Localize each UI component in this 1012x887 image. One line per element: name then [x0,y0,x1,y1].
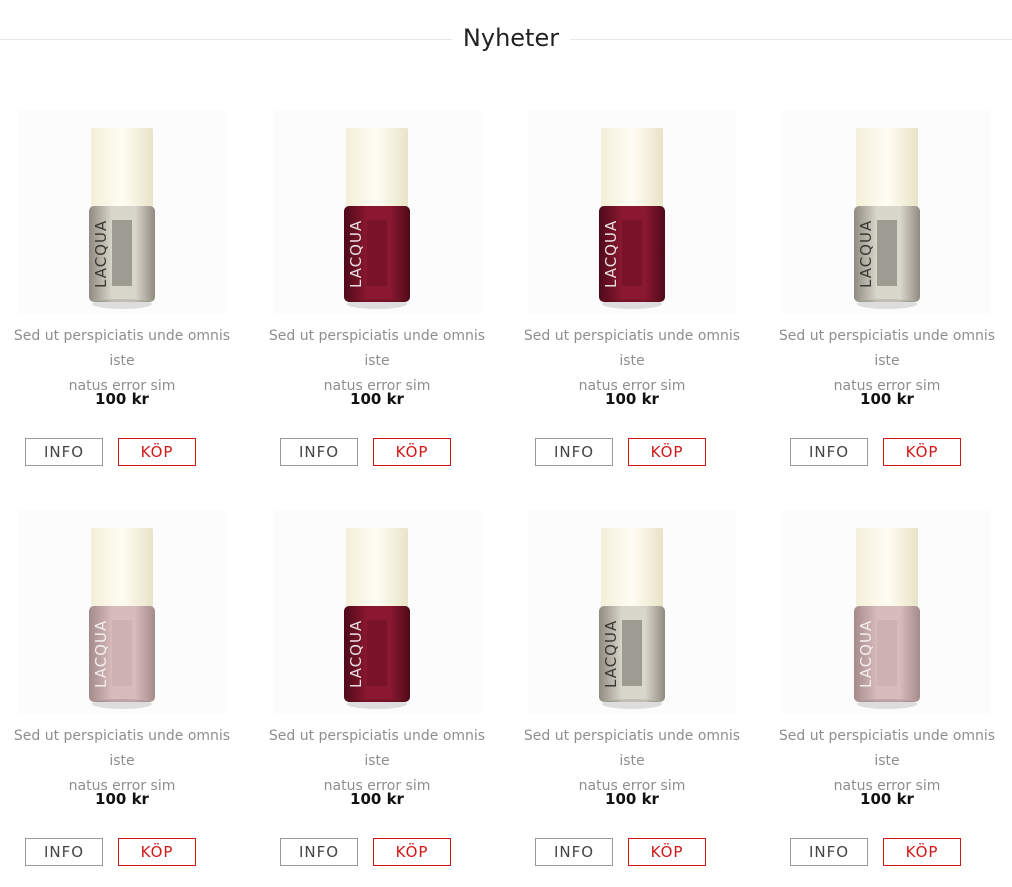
section-header: Nyheter [0,0,1012,78]
buy-button[interactable]: KÖP [628,438,706,466]
product-description: Sed ut perspiciatis unde omnis iste natus… [510,724,754,799]
product-image[interactable]: LACQUA [18,510,226,714]
product-image[interactable]: LACQUA [783,510,991,714]
product-price: 100 kr [95,390,149,408]
product-price: 100 kr [605,390,659,408]
product-card: LACQUA Sed ut perspiciatis unde omnis is… [0,100,244,485]
product-description: Sed ut perspiciatis unde omnis iste natus… [0,724,244,799]
product-card: LACQUA Sed ut perspiciatis unde omnis is… [765,100,1009,485]
product-price: 100 kr [605,790,659,808]
buy-button[interactable]: KÖP [118,838,196,866]
svg-text:LACQUA: LACQUA [92,220,110,288]
nail-polish-bottle-image: LACQUA [341,528,413,712]
description-line: Sed ut perspiciatis unde omnis iste [13,328,231,369]
nail-polish-bottle-graphic: LACQUA [89,128,155,309]
nail-polish-bottle-graphic: LACQUA [854,128,920,309]
info-button[interactable]: INFO [790,838,868,866]
product-card: LACQUA Sed ut perspiciatis unde omnis is… [510,500,754,885]
svg-text:LACQUA: LACQUA [347,620,365,688]
product-image[interactable]: LACQUA [783,110,991,314]
description-line: Sed ut perspiciatis unde omnis iste [13,728,231,769]
product-description: Sed ut perspiciatis unde omnis iste natus… [510,324,754,399]
nail-polish-bottle-image: LACQUA [596,128,668,312]
nail-polish-bottle-image: LACQUA [596,528,668,712]
nail-polish-bottle-graphic: LACQUA [599,528,665,709]
product-price: 100 kr [350,790,404,808]
product-price: 100 kr [350,390,404,408]
product-description: Sed ut perspiciatis unde omnis iste natus… [765,324,1009,399]
buy-button[interactable]: KÖP [883,838,961,866]
description-line: Sed ut perspiciatis unde omnis iste [523,328,741,369]
description-line: Sed ut perspiciatis unde omnis iste [268,728,486,769]
buy-button[interactable]: KÖP [883,438,961,466]
nail-polish-bottle-graphic: LACQUA [854,528,920,709]
buy-button[interactable]: KÖP [628,838,706,866]
section-title: Nyheter [462,24,560,52]
header-divider-right [570,39,1012,40]
nail-polish-bottle-graphic: LACQUA [599,128,665,309]
nail-polish-bottle-image: LACQUA [851,128,923,312]
product-price: 100 kr [860,390,914,408]
buy-button[interactable]: KÖP [373,438,451,466]
info-button[interactable]: INFO [25,438,103,466]
nail-polish-bottle-image: LACQUA [851,528,923,712]
info-button[interactable]: INFO [280,838,358,866]
description-line: Sed ut perspiciatis unde omnis iste [523,728,741,769]
svg-text:LACQUA: LACQUA [857,620,875,688]
product-card: LACQUA Sed ut perspiciatis unde omnis is… [765,500,1009,885]
description-line: Sed ut perspiciatis unde omnis iste [778,728,996,769]
product-image[interactable]: LACQUA [273,510,481,714]
info-button[interactable]: INFO [790,438,868,466]
svg-text:LACQUA: LACQUA [347,220,365,288]
info-button[interactable]: INFO [535,438,613,466]
product-card: LACQUA Sed ut perspiciatis unde omnis is… [255,100,499,485]
description-line: Sed ut perspiciatis unde omnis iste [778,328,996,369]
product-image[interactable]: LACQUA [273,110,481,314]
nail-polish-bottle-graphic: LACQUA [89,528,155,709]
description-line: Sed ut perspiciatis unde omnis iste [268,328,486,369]
info-button[interactable]: INFO [535,838,613,866]
product-description: Sed ut perspiciatis unde omnis iste natus… [255,724,499,799]
product-price: 100 kr [860,790,914,808]
nail-polish-bottle-image: LACQUA [341,128,413,312]
buy-button[interactable]: KÖP [118,438,196,466]
product-image[interactable]: LACQUA [528,510,736,714]
info-button[interactable]: INFO [280,438,358,466]
svg-text:LACQUA: LACQUA [857,220,875,288]
product-card: LACQUA Sed ut perspiciatis unde omnis is… [510,100,754,485]
svg-text:LACQUA: LACQUA [602,620,620,688]
svg-text:LACQUA: LACQUA [92,620,110,688]
nail-polish-bottle-graphic: LACQUA [344,528,410,709]
product-description: Sed ut perspiciatis unde omnis iste natus… [255,324,499,399]
product-price: 100 kr [95,790,149,808]
product-card: LACQUA Sed ut perspiciatis unde omnis is… [0,500,244,885]
header-divider-left [0,39,452,40]
product-card: LACQUA Sed ut perspiciatis unde omnis is… [255,500,499,885]
nail-polish-bottle-image: LACQUA [86,528,158,712]
nail-polish-bottle-image: LACQUA [86,128,158,312]
product-description: Sed ut perspiciatis unde omnis iste natus… [0,324,244,399]
product-description: Sed ut perspiciatis unde omnis iste natus… [765,724,1009,799]
buy-button[interactable]: KÖP [373,838,451,866]
svg-text:LACQUA: LACQUA [602,220,620,288]
info-button[interactable]: INFO [25,838,103,866]
product-image[interactable]: LACQUA [528,110,736,314]
product-image[interactable]: LACQUA [18,110,226,314]
nail-polish-bottle-graphic: LACQUA [344,128,410,309]
